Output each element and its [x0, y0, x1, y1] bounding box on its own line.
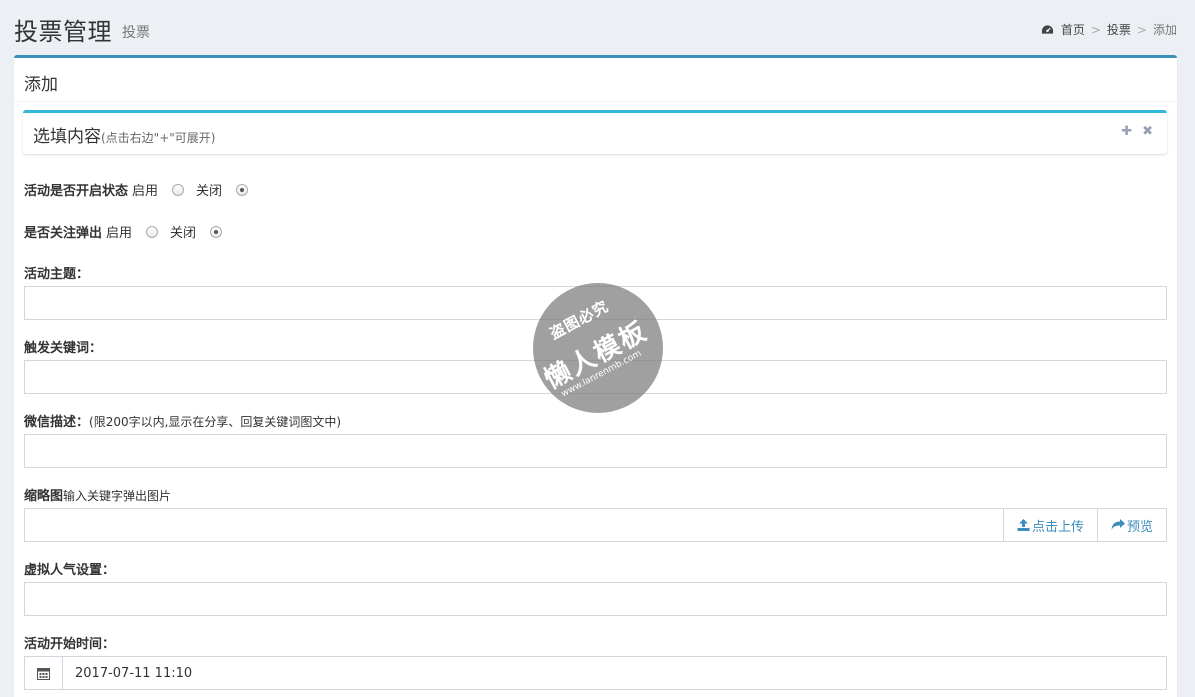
follow-popup-label: 是否关注弹出 — [24, 226, 103, 241]
plus-icon[interactable]: ✚ — [1121, 124, 1132, 139]
breadcrumb-current: 添加 — [1152, 23, 1177, 37]
breadcrumb-separator: > — [1136, 22, 1147, 37]
divider — [14, 101, 1177, 102]
preview-button[interactable]: 预览 — [1097, 508, 1167, 542]
dashboard-icon — [1041, 25, 1053, 34]
preview-button-label: 预览 — [1126, 519, 1153, 535]
share-icon — [1111, 519, 1125, 530]
page-subtitle: 投票 — [122, 25, 150, 41]
activity-enabled-row: 活动是否开启状态 启用 关闭 — [24, 180, 260, 199]
keyword-label: 触发关键词： — [24, 341, 103, 356]
breadcrumb-separator: > — [1090, 22, 1101, 37]
panel-tools: ✚ ✖ — [1121, 124, 1153, 139]
optional-panel-title: 选填内容(点击右边"+"可展开) — [33, 122, 215, 147]
optional-panel-hint: (点击右边"+"可展开) — [101, 131, 216, 145]
wechat-desc-label: 微信描述：(限200字以内,显示在分享、回复关键词图文中) — [24, 411, 341, 430]
follow-popup-row: 是否关注弹出 启用 关闭 — [24, 222, 234, 241]
breadcrumb-vote[interactable]: 投票 — [1107, 21, 1131, 38]
radio-label-enable: 启用 — [106, 226, 133, 241]
radio-label-disable: 关闭 — [196, 184, 223, 199]
optional-panel-title-text: 选填内容 — [33, 127, 101, 147]
close-icon[interactable]: ✖ — [1142, 124, 1153, 139]
radio-label-enable: 启用 — [132, 184, 159, 199]
wechat-desc-hint: (限200字以内,显示在分享、回复关键词图文中) — [89, 415, 342, 429]
virtual-popularity-input[interactable] — [24, 582, 1167, 616]
thumbnail-label: 缩略图输入关键字弹出图片 — [24, 485, 171, 504]
radio-activity-disable[interactable] — [236, 183, 249, 196]
radio-follow-enable[interactable] — [146, 225, 159, 238]
breadcrumb-home[interactable]: 首页 — [1061, 21, 1085, 38]
upload-icon — [1017, 519, 1030, 531]
page-title: 投票管理 — [14, 18, 112, 46]
watermark-logo: 盗图必究 懒人模板 www.lanrenmb.com — [533, 283, 663, 413]
start-time-input[interactable]: 2017-07-11 11:10 — [24, 656, 1167, 690]
start-time-value[interactable]: 2017-07-11 11:10 — [63, 657, 192, 689]
calendar-addon[interactable] — [25, 657, 63, 689]
wechat-desc-label-text: 微信描述： — [24, 415, 90, 430]
radio-activity-enable[interactable] — [172, 183, 185, 196]
page-header: 投票管理 投票 首页 > 投票 > 添加 — [0, 0, 1195, 56]
start-time-label: 活动开始时间： — [24, 637, 116, 652]
upload-button[interactable]: 点击上传 — [1003, 508, 1098, 542]
upload-button-label: 点击上传 — [1031, 519, 1084, 535]
virtual-popularity-label: 虚拟人气设置： — [24, 563, 116, 578]
thumbnail-hint: 输入关键字弹出图片 — [63, 489, 172, 503]
box-title: 添加 — [24, 75, 58, 95]
wechat-desc-input[interactable] — [24, 434, 1167, 468]
calendar-icon — [37, 667, 50, 680]
breadcrumb: 首页 > 投票 > 添加 — [1041, 21, 1177, 38]
radio-label-disable: 关闭 — [170, 226, 197, 241]
activity-enabled-label: 活动是否开启状态 — [24, 184, 129, 199]
thumbnail-group: 点击上传 预览 — [24, 508, 1167, 542]
thumbnail-input[interactable] — [24, 508, 1004, 542]
radio-follow-disable[interactable] — [210, 225, 223, 238]
theme-label: 活动主题： — [24, 267, 90, 282]
thumbnail-label-text: 缩略图 — [24, 489, 64, 504]
optional-panel: 选填内容(点击右边"+"可展开) ✚ ✖ — [23, 110, 1167, 154]
